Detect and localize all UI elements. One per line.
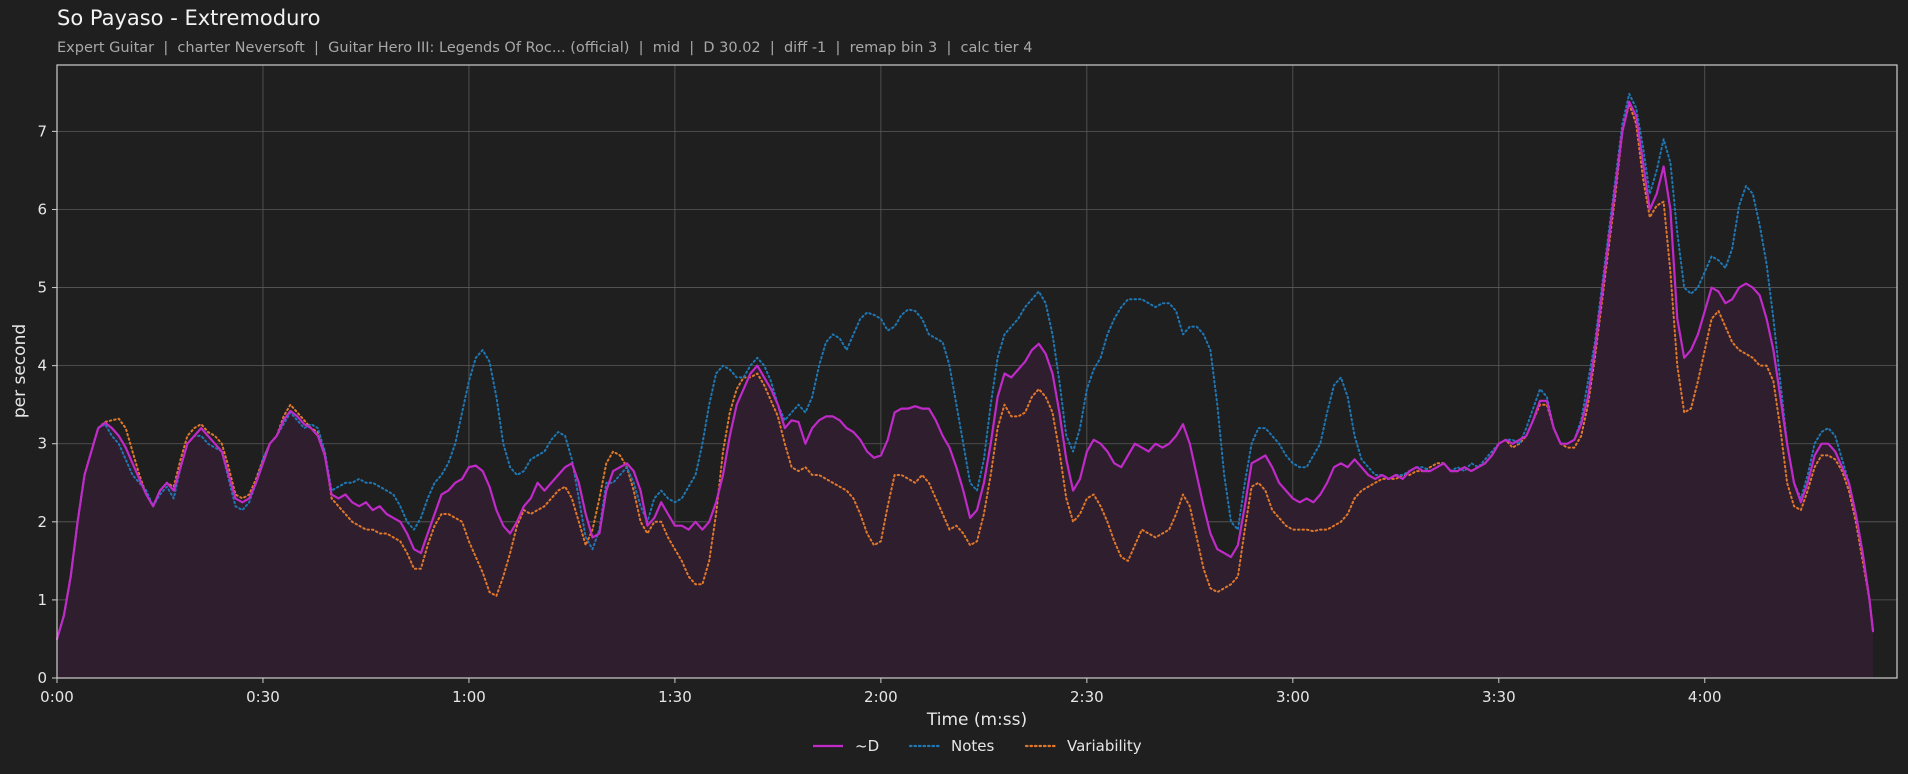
- legend-label: Variability: [1067, 737, 1142, 755]
- x-tick-label: 3:30: [1482, 688, 1516, 706]
- legend-label: ~D: [855, 737, 879, 755]
- legend-item: Notes: [908, 737, 995, 755]
- legend-label: Notes: [951, 737, 995, 755]
- x-tick-label: 0:30: [246, 688, 280, 706]
- y-tick-label: 4: [37, 357, 47, 375]
- y-tick-label: 1: [37, 591, 47, 609]
- y-tick-label: 5: [37, 279, 47, 297]
- y-tick-label: 2: [37, 513, 47, 531]
- x-tick-label: 3:00: [1276, 688, 1310, 706]
- legend-item: ~D: [813, 737, 879, 755]
- y-axis: 0 1 2 3 4 5 6 7: [37, 122, 57, 687]
- legend-item: Variability: [1024, 737, 1142, 755]
- x-tick-label: 2:30: [1070, 688, 1104, 706]
- x-tick-label: 4:00: [1688, 688, 1722, 706]
- x-tick-label: 2:00: [864, 688, 898, 706]
- y-tick-label: 6: [37, 200, 47, 218]
- x-tick-label: 0:00: [40, 688, 74, 706]
- y-tick-label: 7: [37, 122, 47, 140]
- x-tick-label: 1:30: [658, 688, 692, 706]
- x-axis: 0:00 0:30 1:00 1:30 2:00 2:30 3:00 3:30 4:00: [40, 678, 1722, 706]
- y-tick-label: 0: [37, 669, 47, 687]
- y-tick-label: 3: [37, 435, 47, 453]
- y-axis-label: per second: [10, 324, 30, 418]
- legend: ~D Notes Variability: [813, 737, 1142, 755]
- x-axis-label: Time (m:ss): [926, 710, 1027, 730]
- x-tick-label: 1:00: [452, 688, 486, 706]
- chart-area: 0:00 0:30 1:00 1:30 2:00 2:30 3:00 3:30 4:00 0 1 2…: [10, 64, 1898, 755]
